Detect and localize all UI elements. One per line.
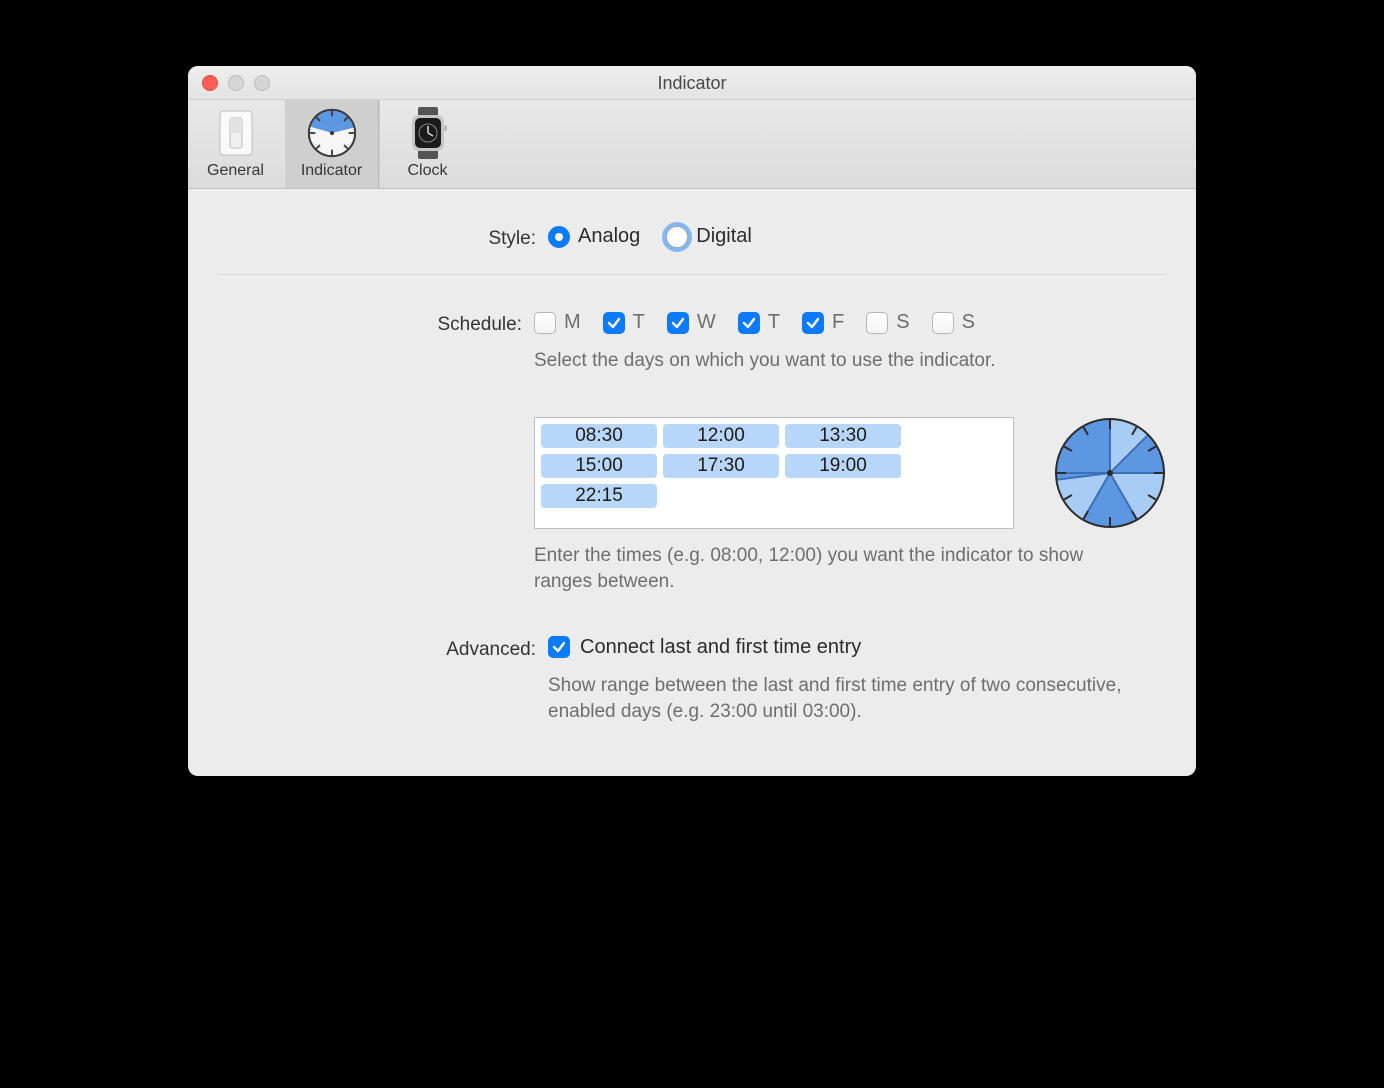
day-label: F xyxy=(832,311,844,334)
light-switch-icon xyxy=(211,108,261,158)
time-token[interactable]: 12:00 xyxy=(663,424,779,448)
close-window-button[interactable] xyxy=(202,75,218,91)
tab-label: General xyxy=(188,162,283,180)
window-controls xyxy=(202,75,270,91)
connect-times-label: Connect last and first time entry xyxy=(580,636,861,659)
separator xyxy=(218,274,1166,275)
day-checkbox-mon[interactable]: M xyxy=(534,311,581,334)
tab-indicator[interactable]: Indicator xyxy=(284,100,380,188)
advanced-label: Advanced: xyxy=(218,636,548,661)
time-token[interactable]: 22:15 xyxy=(541,484,657,508)
times-row: 08:30 12:00 13:30 15:00 17:30 19:00 22:1… xyxy=(534,417,1166,529)
advanced-help-text: Show range between the last and first ti… xyxy=(548,673,1148,726)
style-radio-group: Analog Digital xyxy=(548,225,1166,248)
window-title: Indicator xyxy=(188,66,1196,100)
day-label: M xyxy=(564,311,581,334)
tab-clock[interactable]: Clock xyxy=(380,100,476,188)
day-checkbox-thu[interactable]: T xyxy=(738,311,780,334)
connect-times-checkbox[interactable]: Connect last and first time entry xyxy=(548,636,1166,659)
titlebar: Indicator xyxy=(188,66,1196,100)
minimize-window-button[interactable] xyxy=(228,75,244,91)
tab-general[interactable]: General xyxy=(188,100,284,188)
day-checkbox-sat[interactable]: S xyxy=(866,311,909,334)
schedule-help-text: Select the days on which you want to use… xyxy=(534,348,1134,375)
schedule-pie-preview-icon xyxy=(1054,417,1166,529)
radio-label: Digital xyxy=(696,225,752,248)
watch-icon xyxy=(403,108,453,158)
advanced-row: Advanced: Connect last and first time en… xyxy=(218,626,1166,736)
style-row: Style: Analog Digital xyxy=(218,215,1166,260)
times-help-text: Enter the times (e.g. 08:00, 12:00) you … xyxy=(534,543,1134,596)
time-token[interactable]: 17:30 xyxy=(663,454,779,478)
time-token[interactable]: 15:00 xyxy=(541,454,657,478)
schedule-label: Schedule: xyxy=(218,311,534,336)
time-token[interactable]: 19:00 xyxy=(785,454,901,478)
day-checkbox-fri[interactable]: F xyxy=(802,311,844,334)
radio-label: Analog xyxy=(578,225,640,248)
time-token[interactable]: 08:30 xyxy=(541,424,657,448)
day-label: T xyxy=(768,311,780,334)
times-token-field[interactable]: 08:30 12:00 13:30 15:00 17:30 19:00 22:1… xyxy=(534,417,1014,529)
day-label: S xyxy=(896,311,909,334)
time-token[interactable]: 13:30 xyxy=(785,424,901,448)
day-label: T xyxy=(633,311,645,334)
day-checkbox-tue[interactable]: T xyxy=(603,311,645,334)
schedule-row: Schedule: M T W xyxy=(218,301,1166,606)
tab-label: Indicator xyxy=(284,162,379,180)
style-radio-digital[interactable]: Digital xyxy=(666,225,752,248)
day-checkbox-sun[interactable]: S xyxy=(932,311,975,334)
preferences-toolbar: General xyxy=(188,100,1196,189)
day-label: W xyxy=(697,311,716,334)
schedule-days-group: M T W T F xyxy=(534,311,1166,334)
style-label: Style: xyxy=(218,225,548,250)
content-area: Style: Analog Digital Schedule: xyxy=(188,189,1196,776)
analog-indicator-icon xyxy=(307,108,357,158)
style-radio-analog[interactable]: Analog xyxy=(548,225,640,248)
preferences-window: Indicator General xyxy=(188,66,1196,776)
tab-label: Clock xyxy=(380,162,475,180)
day-label: S xyxy=(962,311,975,334)
day-checkbox-wed[interactable]: W xyxy=(667,311,716,334)
zoom-window-button[interactable] xyxy=(254,75,270,91)
